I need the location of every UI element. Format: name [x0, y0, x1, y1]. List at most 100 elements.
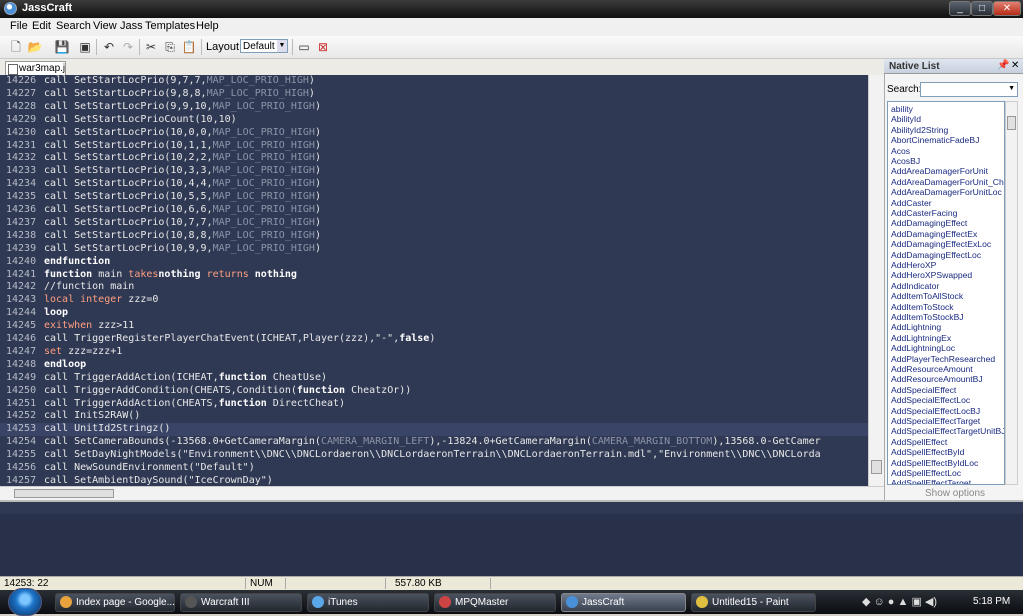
open-folder-icon[interactable]: 📂 [27, 39, 43, 55]
new-file-icon[interactable]: 🗋 [8, 39, 24, 55]
code-line[interactable]: 14246 call TriggerRegisterPlayerChatEvent… [0, 333, 868, 346]
code-line[interactable]: 14242 //function main [0, 281, 868, 294]
native-list-item[interactable]: AddItemToStockBJ [891, 312, 964, 322]
editor-vertical-scrollbar[interactable] [868, 75, 884, 486]
native-list-item[interactable]: AddItemToAllStock [891, 291, 963, 301]
native-list-item[interactable]: AddHeroXP [891, 260, 936, 270]
code-line[interactable]: 14253 call UnitId2Stringz() [0, 423, 868, 437]
native-list-item[interactable]: AddSpecialEffectLoc [891, 395, 970, 405]
search-input[interactable]: ▼ [920, 82, 1018, 97]
task-jasscraft[interactable]: JassCraft [561, 593, 686, 612]
native-list-item[interactable]: AddSpellEffectTarget [891, 478, 971, 484]
code-line[interactable]: 14237 call SetStartLocPrio(10,7,7,MAP_LOC… [0, 217, 868, 230]
native-list-item[interactable]: AddCasterFacing [891, 208, 957, 218]
menu-jass[interactable]: Jass [120, 20, 143, 32]
layout-select[interactable]: Default ▼ [240, 39, 288, 53]
close-window-icon[interactable]: ⊠ [315, 39, 331, 55]
maximize-button[interactable]: □ [971, 1, 993, 16]
native-list-item[interactable]: AbilityId [891, 114, 921, 124]
code-line[interactable]: 14244 loop [0, 307, 868, 320]
code-line[interactable]: 14245 exitwhen zzz>11 [0, 320, 868, 333]
code-editor[interactable]: 14226 call SetStartLocPrio(9,7,7,MAP_LOC_… [0, 75, 868, 486]
save-all-icon[interactable]: ▣ [77, 39, 93, 55]
task-warcraft[interactable]: Warcraft III [180, 593, 302, 612]
native-list-item[interactable]: AddLightningEx [891, 333, 951, 343]
native-list-item[interactable]: AddItemToStock [891, 302, 954, 312]
menu-edit[interactable]: Edit [32, 20, 51, 32]
code-line[interactable]: 14257 call SetAmbientDaySound("IceCrownDa… [0, 475, 868, 486]
native-list-item[interactable]: AddSpecialEffect [891, 385, 956, 395]
native-list-item[interactable]: AcosBJ [891, 156, 920, 166]
native-list-item[interactable]: AddDamagingEffectExLoc [891, 239, 991, 249]
code-line[interactable]: 14227 call SetStartLocPrio(9,8,8,MAP_LOC_… [0, 88, 868, 101]
close-button[interactable]: ✕ [993, 1, 1021, 16]
tab-war3map[interactable]: war3map.j [5, 61, 66, 76]
menu-help[interactable]: Help [196, 20, 219, 32]
cut-icon[interactable]: ✂ [143, 39, 159, 55]
code-line[interactable]: 14252 call InitS2RAW() [0, 410, 868, 423]
native-list-item[interactable]: AddSpecialEffectTargetUnitBJ [891, 426, 1004, 436]
menu-view[interactable]: View [93, 20, 117, 32]
native-list-item[interactable]: AddSpellEffect [891, 437, 947, 447]
minimize-button[interactable]: _ [949, 1, 971, 16]
code-line[interactable]: 14240 endfunction [0, 256, 868, 269]
code-line[interactable]: 14241 function main takesnothing returns … [0, 269, 868, 282]
code-line[interactable]: 14254 call SetCameraBounds(-13568.0+GetCa… [0, 436, 868, 449]
native-list-scrollbar[interactable] [1005, 101, 1018, 485]
save-icon[interactable]: 💾 [54, 39, 70, 55]
code-line[interactable]: 14228 call SetStartLocPrio(9,9,10,MAP_LOC… [0, 101, 868, 114]
menu-search[interactable]: Search [56, 20, 91, 32]
native-list-item[interactable]: AddSpellEffectLoc [891, 468, 961, 478]
native-list-item[interactable]: AddSpellEffectByIdLoc [891, 458, 978, 468]
title-bar[interactable]: JassCraft _ □ ✕ [0, 0, 1023, 18]
show-options-link[interactable]: Show options [925, 488, 985, 499]
code-line[interactable]: 14232 call SetStartLocPrio(10,2,2,MAP_LOC… [0, 152, 868, 165]
code-line[interactable]: 14248 endloop [0, 359, 868, 372]
start-button[interactable] [8, 588, 42, 616]
task-mpqmaster[interactable]: MPQMaster [434, 593, 556, 612]
paste-icon[interactable]: 📋 [181, 39, 197, 55]
system-tray[interactable]: ◆ ☺ ● ▲ ▣ ◀) [862, 595, 937, 608]
code-line[interactable]: 14255 call SetDayNightModels("Environment… [0, 449, 868, 462]
scroll-thumb[interactable] [871, 460, 882, 474]
undo-icon[interactable]: ↶ [101, 39, 117, 55]
code-line[interactable]: 14247 set zzz=zzz+1 [0, 346, 868, 359]
scroll-thumb[interactable] [14, 489, 114, 498]
native-list-item[interactable]: AddPlayerTechResearched [891, 354, 995, 364]
native-list-item[interactable]: AddSpellEffectById [891, 447, 964, 457]
native-list-item[interactable]: AddLightningLoc [891, 343, 955, 353]
pin-icon[interactable]: 📌 [997, 60, 1009, 71]
tray-icons[interactable]: ◆ ☺ ● ▲ ▣ ◀) [862, 596, 937, 608]
code-line[interactable]: 14249 call TriggerAddAction(ICHEAT,functi… [0, 372, 868, 385]
code-line[interactable]: 14233 call SetStartLocPrio(10,3,3,MAP_LOC… [0, 165, 868, 178]
code-line[interactable]: 14229 call SetStartLocPrioCount(10,10) [0, 114, 868, 127]
code-line[interactable]: 14231 call SetStartLocPrio(10,1,1,MAP_LOC… [0, 140, 868, 153]
native-list-item[interactable]: AddDamagingEffectEx [891, 229, 977, 239]
native-list-item[interactable]: AddAreaDamagerForUnitLoc [891, 187, 1002, 197]
task-paint[interactable]: Untitled15 - Paint [691, 593, 816, 612]
native-list-item[interactable]: AddCaster [891, 198, 932, 208]
task-itunes[interactable]: iTunes [307, 593, 429, 612]
native-list-item[interactable]: AddSpecialEffectLocBJ [891, 406, 980, 416]
code-line[interactable]: 14238 call SetStartLocPrio(10,8,8,MAP_LOC… [0, 230, 868, 243]
native-list-item[interactable]: AbortCinematicFadeBJ [891, 135, 979, 145]
native-list-item[interactable]: ability [891, 104, 913, 114]
code-line[interactable]: 14236 call SetStartLocPrio(10,6,6,MAP_LOC… [0, 204, 868, 217]
code-line[interactable]: 14250 call TriggerAddCondition(CHEATS,Con… [0, 385, 868, 398]
code-line[interactable]: 14234 call SetStartLocPrio(10,4,4,MAP_LOC… [0, 178, 868, 191]
native-list-item[interactable]: AbilityId2String [891, 125, 948, 135]
menu-file[interactable]: File [10, 20, 28, 32]
native-list-item[interactable]: AddLightning [891, 322, 941, 332]
copy-icon[interactable]: ⎘ [162, 39, 178, 55]
output-pane[interactable] [0, 500, 1023, 576]
native-list-item[interactable]: AddAreaDamagerForUnit_Chi [891, 177, 1004, 187]
native-list-item[interactable]: AddResourceAmountBJ [891, 374, 983, 384]
native-list-item[interactable]: AddResourceAmount [891, 364, 973, 374]
scroll-thumb[interactable] [1007, 116, 1016, 130]
close-icon[interactable]: ✕ [1011, 60, 1019, 71]
code-line[interactable]: 14256 call NewSoundEnvironment("Default") [0, 462, 868, 475]
native-list-item[interactable]: AddIndicator [891, 281, 939, 291]
native-list-item[interactable]: AddDamagingEffectLoc [891, 250, 981, 260]
window-icon[interactable]: ▭ [296, 39, 312, 55]
native-list-item[interactable]: Acos [891, 146, 910, 156]
